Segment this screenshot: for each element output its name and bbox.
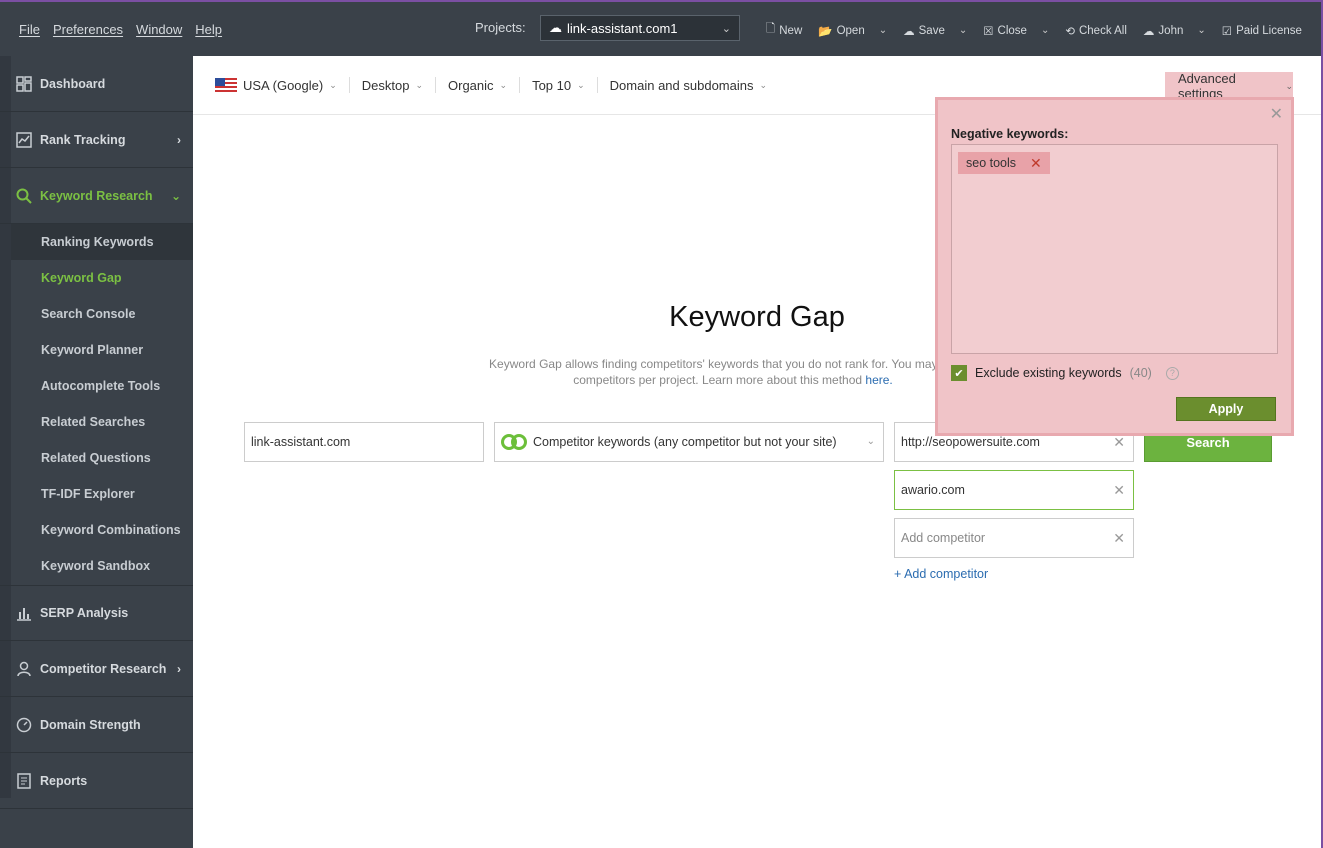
exclude-existing-checkbox[interactable]: ✔ [951,365,967,381]
sidebar-item-serp-analysis[interactable]: SERP Analysis [0,585,193,641]
close-icon[interactable]: ✕ [1270,104,1283,124]
sidebar-item-rank-tracking[interactable]: Rank Tracking › [0,112,193,168]
projects-label: Projects: [475,20,526,35]
chevron-down-icon: ⌄ [958,25,968,36]
apply-button[interactable]: Apply [1176,397,1276,421]
check-all-icon: ⟲ [1065,25,1075,38]
chevron-down-icon: ⌄ [170,188,181,203]
advanced-settings-popup: ✕ Negative keywords: seo tools ✕ ✔ Exclu… [935,97,1294,436]
close-button[interactable]: ☒ Close ⌄ [983,21,1049,40]
sidebar-item-related-searches[interactable]: Related Searches [11,404,193,440]
clear-icon[interactable]: ✕ [1113,482,1125,499]
chevron-down-icon: ⌄ [878,25,888,36]
usa-flag-icon [215,78,237,92]
sidebar-item-search-console[interactable]: Search Console [11,296,193,332]
filter-top[interactable]: Top 10 ⌄ [520,77,598,93]
chevron-down-icon: ⌄ [721,23,731,35]
user-button[interactable]: ☁ John ⌄ [1143,21,1206,40]
remove-tag-icon[interactable]: ✕ [1030,155,1042,172]
report-icon [16,772,32,789]
add-competitor-link[interactable]: + Add competitor [894,567,988,581]
gauge-icon [16,717,32,733]
toolbar: 🗋 New 📂 Open ⌄ ☁ Save ⌄ ☒ Close ⌄ ⟲ Check All ☁ J… [766,21,1318,40]
sidebar-item-keyword-gap[interactable]: Keyword Gap [11,260,193,296]
dashboard-icon [16,75,32,92]
chart-line-icon [16,131,32,148]
project-name: link-assistant.com1 [567,20,678,36]
sidebar-item-keyword-sandbox[interactable]: Keyword Sandbox [11,548,193,584]
save-button[interactable]: ☁ Save ⌄ [903,21,967,40]
sidebar-item-dashboard[interactable]: Dashboard [0,56,193,112]
bar-chart-icon [16,605,32,621]
open-button[interactable]: 📂 Open ⌄ [818,21,887,40]
sidebar-item-domain-strength[interactable]: Domain Strength [0,697,193,753]
competitor-input-2[interactable]: awario.com ✕ [894,470,1134,510]
filter-device[interactable]: Desktop ⌄ [350,77,436,93]
help-icon[interactable]: ? [1165,366,1179,380]
close-icon: ☒ [983,25,994,38]
mode-select[interactable]: Competitor keywords (any competitor but … [494,422,884,462]
chevron-down-icon: ⌄ [499,79,508,90]
exclude-existing-row: ✔ Exclude existing keywords (40) ? [951,365,1179,381]
competitor-input-new[interactable]: Add competitor ✕ [894,518,1134,558]
license-button[interactable]: ☑ Paid License [1222,21,1302,40]
open-icon: 📂 [818,25,833,38]
chevron-down-icon: ⌄ [866,436,875,447]
negative-keywords-label: Negative keywords: [951,127,1069,141]
chevron-down-icon: ⌄ [415,79,423,90]
person-icon [16,661,32,677]
sidebar-item-keyword-combinations[interactable]: Keyword Combinations [11,512,193,548]
filter-result-type[interactable]: Organic ⌄ [436,77,521,93]
sidebar-item-keyword-research[interactable]: Keyword Research ⌄ [0,168,193,224]
top-bar: File Preferences Window Help Projects: ☁… [0,2,1321,56]
chevron-down-icon: ⌄ [1197,25,1206,36]
chevron-down-icon: ⌄ [329,79,337,90]
new-icon: 🗋 [766,23,776,35]
overlap-icon [501,434,527,450]
filters: USA (Google) ⌄ Desktop ⌄ Organic ⌄ Top 1… [215,77,779,93]
filter-search-engine[interactable]: USA (Google) ⌄ [215,77,350,93]
menu-preferences[interactable]: Preferences [53,22,123,37]
menu-window[interactable]: Window [136,22,182,37]
sidebar-item-competitor-research[interactable]: Competitor Research › [0,641,193,697]
learn-more-link[interactable]: here. [865,373,892,387]
search-icon [16,188,32,204]
license-icon: ☑ [1221,25,1233,38]
clear-icon[interactable]: ✕ [1113,530,1125,547]
sidebar-item-related-questions[interactable]: Related Questions [11,440,193,476]
chevron-down-icon: ⌄ [1040,25,1050,36]
chevron-right-icon: › [177,132,181,147]
project-select[interactable]: ☁ link-assistant.com1 ⌄ [540,15,740,41]
clear-icon[interactable]: ✕ [1113,434,1125,451]
chevron-down-icon: ⌄ [759,79,768,90]
site-input[interactable]: link-assistant.com [244,422,484,462]
sidebar-item-reports[interactable]: Reports [0,753,193,809]
sidebar-item-keyword-planner[interactable]: Keyword Planner [11,332,193,368]
check-all-button[interactable]: ⟲ Check All [1065,21,1127,40]
menu-bar: File Preferences Window Help [19,22,222,37]
new-button[interactable]: 🗋 New [766,21,802,40]
chevron-down-icon: ⌄ [1285,80,1293,91]
menu-help[interactable]: Help [195,22,222,37]
sidebar-item-autocomplete-tools[interactable]: Autocomplete Tools [11,368,193,404]
keyword-tag: seo tools ✕ [958,152,1050,174]
cloud-icon: ☁ [549,20,562,35]
sidebar-item-tf-idf-explorer[interactable]: TF-IDF Explorer [11,476,193,512]
save-icon: ☁ [903,25,915,38]
user-icon: ☁ [1142,25,1155,38]
menu-file[interactable]: File [19,22,40,37]
advanced-settings-button[interactable]: Advanced settings ⌄ [1165,71,1293,101]
filter-domain-scope[interactable]: Domain and subdomains ⌄ [598,77,779,93]
negative-keywords-field[interactable]: seo tools ✕ [951,144,1278,354]
chevron-down-icon: ⌄ [577,79,585,90]
chevron-right-icon: › [177,661,181,676]
sidebar-item-ranking-keywords[interactable]: Ranking Keywords [11,224,193,260]
